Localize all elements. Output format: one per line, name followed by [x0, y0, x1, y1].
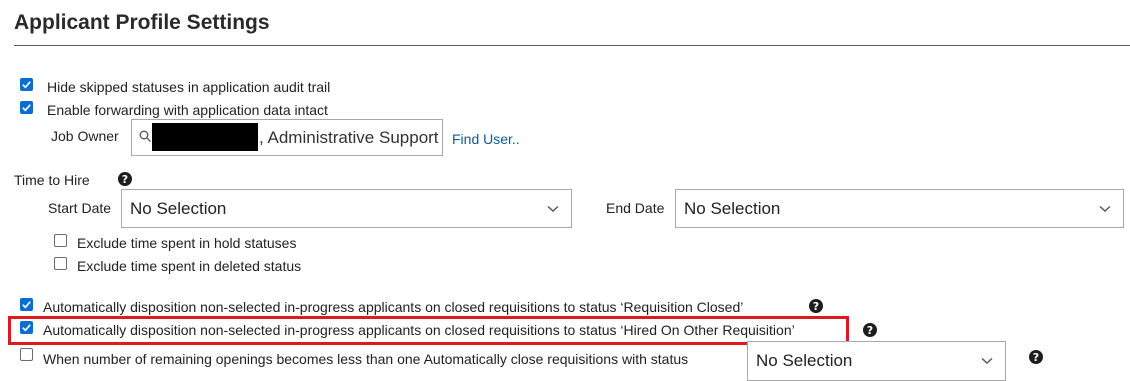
remaining-openings-checkbox[interactable]	[20, 348, 33, 361]
hide-skipped-label: Hide skipped statuses in application aud…	[47, 79, 331, 95]
exclude-deleted-checkbox[interactable]	[54, 257, 67, 270]
end-date-select[interactable]: No Selection	[675, 189, 1124, 228]
find-user-link[interactable]: Find User..	[452, 131, 520, 147]
remaining-openings-status-select[interactable]: No Selection	[747, 341, 1006, 381]
remaining-openings-status-value: No Selection	[756, 351, 853, 370]
checkmark-icon	[22, 324, 31, 332]
exclude-deleted-label: Exclude time spent in deleted status	[77, 258, 302, 274]
chevron-down-icon	[547, 205, 559, 212]
start-date-value: No Selection	[130, 198, 227, 218]
end-date-label: End Date	[606, 200, 665, 216]
checkmark-icon	[22, 81, 31, 89]
start-date-label: Start Date	[48, 200, 112, 216]
remaining-openings-label: When number of remaining openings become…	[43, 351, 689, 367]
job-owner-label: Job Owner	[51, 128, 119, 144]
time-to-hire-label: Time to Hire	[14, 172, 90, 188]
disposition-requisition-closed-label: Automatically disposition non-selected i…	[43, 299, 744, 315]
chevron-down-icon	[1099, 205, 1111, 212]
job-owner-value: , Administrative Support	[259, 128, 439, 147]
disposition-hired-other-label: Automatically disposition non-selected i…	[43, 322, 795, 338]
hide-skipped-checkbox[interactable]	[20, 78, 33, 91]
checkmark-icon	[22, 104, 31, 112]
end-date-value: No Selection	[684, 198, 781, 218]
search-icon	[139, 130, 151, 142]
page-title: Applicant Profile Settings	[14, 11, 270, 34]
disposition-hired-other-help-icon[interactable]: ?	[863, 323, 877, 337]
disposition-requisition-closed-help-icon[interactable]: ?	[809, 299, 823, 313]
disposition-requisition-closed-checkbox[interactable]	[20, 298, 33, 311]
checkmark-icon	[22, 301, 31, 309]
exclude-hold-checkbox[interactable]	[54, 234, 67, 247]
chevron-down-icon	[981, 357, 993, 364]
exclude-hold-label: Exclude time spent in hold statuses	[77, 235, 297, 251]
remaining-openings-help-icon[interactable]: ?	[1029, 350, 1043, 364]
disposition-hired-other-checkbox[interactable]	[20, 321, 33, 334]
time-to-hire-help-icon[interactable]: ?	[118, 172, 132, 186]
redacted-name	[152, 123, 258, 151]
enable-forwarding-checkbox[interactable]	[20, 101, 33, 114]
enable-forwarding-label: Enable forwarding with application data …	[47, 102, 328, 118]
title-divider	[14, 45, 1130, 46]
start-date-select[interactable]: No Selection	[121, 189, 572, 228]
